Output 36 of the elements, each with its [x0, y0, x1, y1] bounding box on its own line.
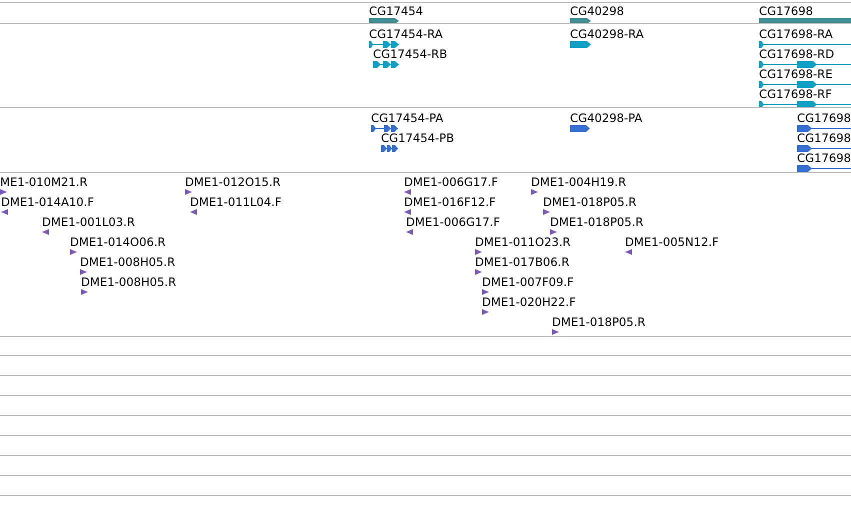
- feature-label: CG17698-RA: [759, 27, 833, 41]
- feature-label: CG17454: [369, 4, 423, 18]
- feature-label: CG17698-RE: [759, 67, 833, 81]
- feature-label: DME1-018P05.R: [550, 215, 644, 229]
- feature-label: CG17698: [797, 131, 851, 145]
- feature-label: CG17698-RD: [759, 47, 834, 61]
- feature-label: CG40298-RA: [570, 27, 644, 41]
- feature-label: DME1-008H05.R: [81, 275, 176, 289]
- feature-label: CG17454-PA: [371, 111, 444, 125]
- feature-label: DME1-016F12.F: [404, 195, 496, 209]
- feature-label: ME1-010M21.R: [0, 175, 88, 189]
- feature-label: DME1-004H19.R: [531, 175, 626, 189]
- feature-label: DME1-018P05.R: [552, 315, 646, 329]
- feature-label: DME1-008H05.R: [80, 255, 176, 269]
- feature-label: DME1-017B06.R: [475, 255, 570, 269]
- feature-label: DME1-006G17.F: [406, 215, 500, 229]
- feature-label: DME1-006G17.F: [404, 175, 498, 189]
- feature-label: DME1-001L03.R: [42, 215, 135, 229]
- feature-label: DME1-007F09.F: [482, 275, 574, 289]
- feature-label: CG17454-PB: [381, 131, 454, 145]
- feature-label: CG17454-RB: [373, 47, 448, 61]
- feature-label: CG17698-RF: [759, 87, 832, 101]
- feature-label: DME1-014O06.R: [70, 235, 166, 249]
- feature-label: CG17698: [797, 111, 851, 125]
- feature-label: CG17698: [759, 4, 813, 18]
- feature-label: DME1-018P05.R: [543, 195, 636, 209]
- feature-label: DME1-020H22.F: [482, 295, 576, 309]
- feature-label: DME1-011L04.F: [190, 195, 282, 209]
- feature-label: CG17454-RA: [369, 27, 443, 41]
- feature-label: DME1-011O23.R: [475, 235, 571, 249]
- feature-label: DME1-005N12.F: [625, 235, 719, 249]
- feature-label: DME1-014A10.F: [1, 195, 94, 209]
- feature-label: CG40298: [570, 4, 624, 18]
- feature-label: DME1-012O15.R: [185, 175, 281, 189]
- feature-label: CG17698: [797, 151, 851, 165]
- feature-label: CG40298-PA: [570, 111, 642, 125]
